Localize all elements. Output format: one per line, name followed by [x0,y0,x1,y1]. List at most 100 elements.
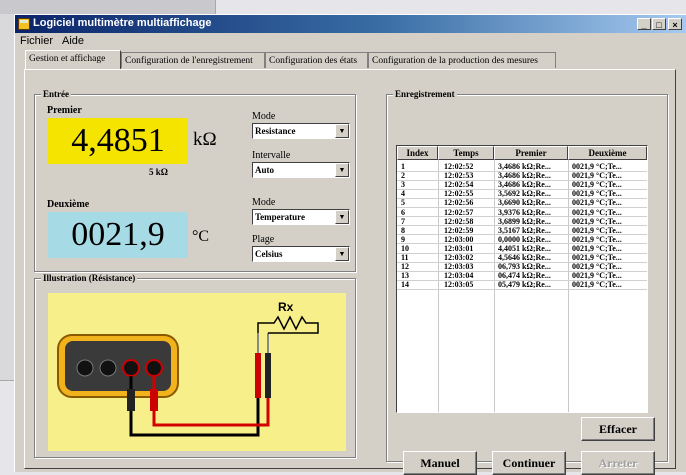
table-cell: 06,793 kΩ;Re... [498,262,551,272]
table-cell: 0021,9 °C;Te... [572,180,622,190]
table-cell: 12:03:03 [444,262,474,272]
menu-fichier[interactable]: Fichier [20,35,53,47]
effacer-button[interactable]: Effacer [581,417,655,441]
interval-value: Auto [255,165,275,175]
window-title: Logiciel multimètre multiaffichage [33,17,212,29]
mode1-value: Resistance [255,126,296,136]
mode2-value: Temperature [255,212,305,222]
deuxieme-label: Deuxième [47,199,90,210]
col-index[interactable]: Index [397,146,438,160]
table-cell: 0021,9 °C;Te... [572,189,622,199]
table-cell: 12:03:05 [444,280,474,290]
col-temps[interactable]: Temps [438,146,494,160]
dropdown-arrow-icon[interactable]: ▼ [335,124,349,138]
menu-bar: Fichier Aide [15,33,686,49]
enregistrement-group: Enregistrement Index Temps Premier Deuxi… [386,89,668,475]
table-cell: 0,0000 kΩ;Re... [498,234,551,244]
table-cell: 3,6899 kΩ;Re... [498,216,551,226]
table-cell: 12:03:01 [444,243,474,253]
table-cell: 3,4686 kΩ;Re... [498,171,551,181]
table-cell: 0021,9 °C;Te... [572,243,622,253]
table-header: Index Temps Premier Deuxième [397,146,647,160]
table-cell: 12:02:57 [444,207,474,217]
mode1-label: Mode [252,111,276,122]
table-cell: 4 [401,189,405,199]
premier-range: 5 kΩ [149,167,168,177]
table-cell: 3,5692 kΩ;Re... [498,189,551,199]
entree-group-label: Entrée [41,89,71,99]
close-button[interactable]: × [668,18,682,30]
table-cell: 5 [401,198,405,208]
table-cell: 12:03:00 [444,234,474,244]
multimeter-illustration: Rx [48,293,346,451]
illustration-group: Illustration (Résistance) Rx [34,273,356,458]
table-cell: 05,479 kΩ;Re... [498,280,551,290]
table-cell: 0021,9 °C;Te... [572,234,622,244]
tab-panel: Entrée Premier 4,4851 kΩ 5 kΩ Deuxième 0… [24,69,676,475]
premier-label: Premier [47,105,82,116]
table-cell: 3 [401,180,405,190]
main-window: Logiciel multimètre multiaffichage _ □ ×… [14,14,686,475]
table-cell: 3,4686 kΩ;Re... [498,180,551,190]
table-cell: 2 [401,171,405,181]
table-cell: 0021,9 °C;Te... [572,253,622,262]
mode1-select[interactable]: Resistance ▼ [252,123,350,139]
table-cell: 4,4051 kΩ;Re... [498,243,551,253]
table-cell: 12:02:55 [444,189,474,199]
table-cell: 10 [401,243,409,253]
table-cell: 12:03:04 [444,271,474,281]
table-cell: 8 [401,225,405,235]
app-icon [18,18,30,30]
table-cell: 7 [401,216,405,226]
premier-unit: kΩ [193,129,217,150]
interval-select[interactable]: Auto ▼ [252,162,350,178]
plage-label: Plage [252,234,275,245]
col-premier[interactable]: Premier [494,146,568,160]
premier-display: 4,4851 [48,118,188,164]
menu-aide[interactable]: Aide [62,35,84,47]
table-cell: 0021,9 °C;Te... [572,216,622,226]
dropdown-arrow-icon[interactable]: ▼ [335,247,349,261]
table-cell: 9 [401,234,405,244]
table-cell: 0021,9 °C;Te... [572,225,622,235]
table-cell: 13 [401,271,409,281]
entree-group: Entrée Premier 4,4851 kΩ 5 kΩ Deuxième 0… [34,89,356,272]
deuxieme-display: 0021,9 [48,212,188,258]
table-cell: 11 [401,253,409,262]
recording-table[interactable]: Index Temps Premier Deuxième 1 12:02:52 3,… [396,145,648,413]
background-window-titlebar [0,0,215,14]
table-cell: 12:02:53 [444,171,474,181]
minimize-button[interactable]: _ [637,18,651,30]
table-cell: 0021,9 °C;Te... [572,271,622,281]
table-cell: 06,474 kΩ;Re... [498,271,551,281]
table-cell: 0021,9 °C;Te... [572,262,622,272]
tab-gestion-affichage[interactable]: Gestion et affichage [25,50,121,69]
table-cell: 12:02:54 [444,180,474,190]
manuel-button[interactable]: Manuel [403,451,477,475]
arreter-button[interactable]: Arreter [581,451,655,475]
table-cell: 12 [401,262,409,272]
table-cell: 12:02:52 [444,162,474,171]
interval-label: Intervalle [252,150,291,161]
maximize-button[interactable]: □ [652,18,666,30]
mode2-select[interactable]: Temperature ▼ [252,209,350,225]
tab-config-production[interactable]: Configuration de la production des mesur… [368,52,556,68]
plage-select[interactable]: Celsius ▼ [252,246,350,262]
rx-label: Rx [278,300,294,314]
col-deuxieme[interactable]: Deuxième [568,146,647,160]
table-cell: 12:02:56 [444,198,474,208]
dropdown-arrow-icon[interactable]: ▼ [335,210,349,224]
dropdown-arrow-icon[interactable]: ▼ [335,163,349,177]
table-cell: 12:02:58 [444,216,474,226]
table-cell: 3,9376 kΩ;Re... [498,207,551,217]
continuer-button[interactable]: Continuer [492,451,566,475]
tab-config-enregistrement[interactable]: Configuration de l'enregistrement [121,52,265,68]
table-cell: 0021,9 °C;Te... [572,171,622,181]
tab-config-etats[interactable]: Configuration des états [265,52,368,68]
deuxieme-unit: °C [192,228,210,245]
table-cell: 0021,9 °C;Te... [572,162,622,171]
enregistrement-group-label: Enregistrement [393,89,457,99]
table-cell: 0021,9 °C;Te... [572,198,622,208]
table-cell: 0021,9 °C;Te... [572,280,622,290]
table-cell: 0021,9 °C;Te... [572,207,622,217]
